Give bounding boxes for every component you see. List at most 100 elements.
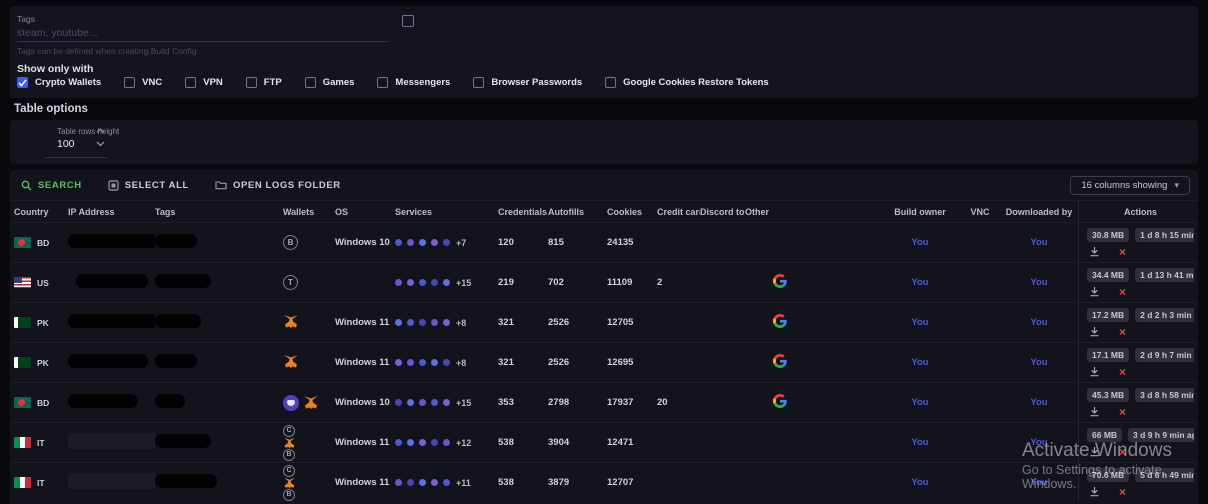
- actions-cell: 17.1 MB2 d 9 h 7 min ago ×: [1078, 343, 1194, 382]
- downloaded-by-link[interactable]: You: [1030, 437, 1047, 448]
- build-owner-link[interactable]: You: [911, 397, 928, 408]
- filter-checkbox-google-cookies-restore-tokens[interactable]: Google Cookies Restore Tokens: [605, 77, 769, 88]
- downloaded-by-link[interactable]: You: [1030, 277, 1047, 288]
- col-header-ip-address[interactable]: IP Address: [68, 207, 155, 217]
- rows-height-stepper[interactable]: Table rows height 100: [45, 124, 107, 158]
- chevron-down-icon[interactable]: [96, 141, 105, 147]
- columns-showing-dropdown[interactable]: 16 columns showing ▾: [1070, 176, 1190, 195]
- build-owner-link[interactable]: You: [911, 437, 928, 448]
- table-row[interactable]: BD B Windows 10 +7 120 815 24135 You You…: [10, 222, 1198, 262]
- col-header-vnc[interactable]: VNC: [960, 207, 1000, 217]
- table-row[interactable]: US T +15 219 702 11109 2 You You 34.4 MB…: [10, 262, 1198, 302]
- services-cell: +7: [395, 238, 498, 248]
- download-button[interactable]: [1089, 246, 1100, 257]
- filter-checkbox-games[interactable]: Games: [305, 77, 355, 88]
- google-icon: [773, 394, 787, 411]
- filter-checkbox-browser-passwords[interactable]: Browser Passwords: [473, 77, 582, 88]
- col-header-services[interactable]: Services: [395, 207, 498, 217]
- downloaded-by-link[interactable]: You: [1030, 357, 1047, 368]
- other-cell: [745, 314, 880, 331]
- table-row[interactable]: IT CB Windows 11 +12 538 3904 12471 You …: [10, 422, 1198, 462]
- build-owner-link[interactable]: You: [911, 237, 928, 248]
- col-header-downloaded-by[interactable]: Downloaded by: [1000, 207, 1078, 217]
- services-cell: +12: [395, 438, 498, 448]
- downloaded-by-link[interactable]: You: [1030, 397, 1047, 408]
- table-toolbar: SEARCH SELECT ALL OPEN LOGS FOLDER 16 co…: [10, 170, 1198, 200]
- download-icon: [1089, 366, 1100, 377]
- services-more-count: +15: [456, 398, 471, 408]
- col-header-other[interactable]: Other: [745, 207, 880, 217]
- credit-cards-value: 2: [657, 277, 700, 288]
- filter-checkbox-vnc[interactable]: VNC: [124, 77, 162, 88]
- table-header-row: Country IP Address Tags Wallets OS Servi…: [10, 200, 1198, 222]
- metamask-icon: [283, 314, 299, 329]
- col-header-tags[interactable]: Tags: [155, 207, 283, 217]
- download-button[interactable]: [1089, 286, 1100, 297]
- unchecked-checkbox-icon: [605, 77, 616, 88]
- search-button[interactable]: SEARCH: [21, 180, 82, 191]
- delete-button[interactable]: ×: [1119, 247, 1126, 257]
- standalone-checkbox[interactable]: [402, 15, 414, 27]
- filter-label: Google Cookies Restore Tokens: [623, 77, 769, 88]
- unchecked-checkbox-icon: [377, 77, 388, 88]
- col-header-actions[interactable]: Actions: [1078, 201, 1194, 222]
- redacted-ip: [76, 274, 148, 288]
- autofills-value: 815: [548, 237, 607, 248]
- filter-checkbox-vpn[interactable]: VPN: [185, 77, 223, 88]
- metamask-icon: [303, 395, 319, 410]
- table-row[interactable]: BD Windows 10 +15 353 2798 17937 20 You …: [10, 382, 1198, 422]
- metamask-icon: [283, 437, 296, 449]
- col-header-discord-tokens[interactable]: Discord tokens: [700, 207, 745, 217]
- filter-checkbox-messengers[interactable]: Messengers: [377, 77, 450, 88]
- download-button[interactable]: [1089, 366, 1100, 377]
- credentials-value: 538: [498, 477, 548, 488]
- credentials-value: 353: [498, 397, 548, 408]
- unchecked-checkbox-icon: [246, 77, 257, 88]
- col-header-autofills[interactable]: Autofills: [548, 207, 607, 217]
- downloaded-by-link[interactable]: You: [1030, 317, 1047, 328]
- build-owner-link[interactable]: You: [911, 277, 928, 288]
- select-all-button[interactable]: SELECT ALL: [108, 180, 189, 191]
- open-logs-folder-button[interactable]: OPEN LOGS FOLDER: [215, 180, 341, 191]
- flag-it-icon: [14, 477, 31, 488]
- actions-cell: 17.2 MB2 d 2 h 3 min ago ×: [1078, 303, 1194, 342]
- delete-button[interactable]: ×: [1119, 447, 1126, 457]
- table-row[interactable]: IT CB Windows 11 +11 538 3879 12707 You …: [10, 462, 1198, 502]
- time-ago-badge: 2 d 2 h 3 min ago: [1135, 308, 1194, 322]
- chevron-up-icon[interactable]: [96, 128, 105, 134]
- other-cell: [745, 354, 880, 371]
- build-owner-link[interactable]: You: [911, 477, 928, 488]
- download-button[interactable]: [1089, 486, 1100, 497]
- table-row[interactable]: PK Windows 11 +8 321 2526 12705 You You …: [10, 302, 1198, 342]
- delete-button[interactable]: ×: [1119, 287, 1126, 297]
- delete-button[interactable]: ×: [1119, 407, 1126, 417]
- search-icon: [21, 180, 32, 191]
- download-button[interactable]: [1089, 446, 1100, 457]
- redacted-ip: [68, 314, 155, 328]
- download-button[interactable]: [1089, 326, 1100, 337]
- filter-checkbox-crypto-wallets[interactable]: Crypto Wallets: [17, 77, 101, 88]
- col-header-credit-cards[interactable]: Credit cards: [657, 207, 700, 217]
- redacted-ip: [68, 433, 155, 449]
- delete-button[interactable]: ×: [1119, 487, 1126, 497]
- downloaded-by-link[interactable]: You: [1030, 477, 1047, 488]
- delete-button[interactable]: ×: [1119, 327, 1126, 337]
- col-header-os[interactable]: OS: [335, 207, 395, 217]
- table-row[interactable]: PK Windows 11 +8 321 2526 12695 You You …: [10, 342, 1198, 382]
- col-header-credentials[interactable]: Credentials: [498, 207, 548, 217]
- time-ago-badge: 1 d 13 h 41 min ago: [1135, 268, 1194, 282]
- col-header-build-owner[interactable]: Build owner: [880, 207, 960, 217]
- tags-input[interactable]: Tags steam, youtube...: [17, 12, 389, 42]
- downloaded-by-link[interactable]: You: [1030, 237, 1047, 248]
- filter-checkbox-ftp[interactable]: FTP: [246, 77, 282, 88]
- build-owner-link[interactable]: You: [911, 317, 928, 328]
- actions-cell: 66 MB3 d 9 h 9 min ago ×: [1078, 423, 1194, 462]
- download-button[interactable]: [1089, 406, 1100, 417]
- delete-button[interactable]: ×: [1119, 367, 1126, 377]
- col-header-cookies[interactable]: Cookies: [607, 207, 657, 217]
- col-header-wallets[interactable]: Wallets: [283, 207, 335, 217]
- build-owner-link[interactable]: You: [911, 357, 928, 368]
- filter-label: VNC: [142, 77, 162, 88]
- size-badge: 30.8 MB: [1087, 228, 1129, 242]
- col-header-country[interactable]: Country: [14, 207, 68, 217]
